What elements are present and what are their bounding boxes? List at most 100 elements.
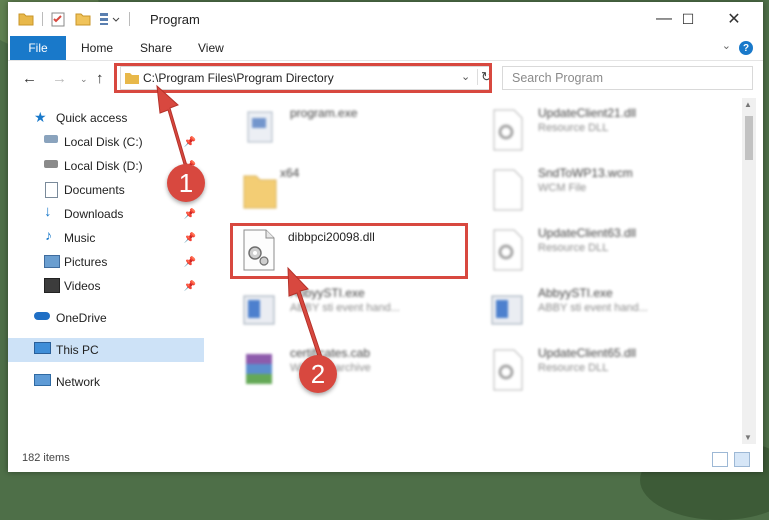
file-tile[interactable]: UpdateClient63.dll Resource DLL <box>480 222 720 278</box>
app-icon <box>491 295 523 325</box>
file-name: certificates.cab <box>290 346 371 360</box>
close-button[interactable]: ✕ <box>711 2 757 36</box>
forward-button[interactable]: → <box>52 70 67 87</box>
documents-icon <box>45 182 58 198</box>
file-name: AbbyySTI.exe <box>538 286 613 300</box>
recent-locations-icon[interactable]: ⌄ <box>80 74 88 85</box>
dll-icon <box>493 229 523 271</box>
title-bar: Program — ☐ ✕ <box>8 2 763 36</box>
nav-label: Videos <box>64 279 101 293</box>
nav-label: Music <box>64 231 96 245</box>
nav-label: Network <box>56 375 101 389</box>
file-highlight <box>230 223 468 279</box>
tab-home[interactable]: Home <box>81 36 113 60</box>
pictures-icon <box>44 255 60 268</box>
nav-item-videos[interactable]: Videos 📌 <box>8 274 204 298</box>
scroll-up-icon[interactable]: ▲ <box>744 100 752 109</box>
star-icon: ★ <box>34 109 47 125</box>
file-type: Resource DLL <box>538 362 609 374</box>
folder-icon[interactable] <box>18 12 34 26</box>
file-tile[interactable]: SndToWP13.wcm WCM File <box>480 162 720 218</box>
exe-icon <box>247 111 273 143</box>
pin-icon[interactable]: 📌 <box>184 233 196 244</box>
file-name: UpdateClient65.dll <box>538 346 637 360</box>
maximize-button[interactable]: ☐ <box>665 2 711 36</box>
scroll-down-icon[interactable]: ▼ <box>744 433 752 442</box>
item-count: 182 items <box>22 452 70 464</box>
file-name: program.exe <box>290 106 358 120</box>
vertical-scrollbar[interactable]: ▲ ▼ <box>742 98 756 444</box>
quick-access-toolbar <box>18 11 138 27</box>
explorer-window: Program — ☐ ✕ File Home Share View ⌄ ? ←… <box>8 2 763 472</box>
nav-label: OneDrive <box>56 311 107 325</box>
pin-icon[interactable]: 📌 <box>184 137 196 148</box>
file-type: ABBY sti event hand... <box>538 302 648 314</box>
file-name: AbbyySTI.exe <box>290 286 365 300</box>
file-name: x64 <box>280 166 300 180</box>
file-name: UpdateClient21.dll <box>538 106 637 120</box>
nav-label: Documents <box>64 183 125 197</box>
file-name: UpdateClient63.dll <box>538 226 637 240</box>
file-type: Resource DLL <box>538 122 609 134</box>
nav-item-network[interactable]: Network <box>8 370 204 394</box>
file-tile[interactable]: program.exe <box>232 102 472 158</box>
file-icon <box>493 169 523 211</box>
nav-item-music[interactable]: ♪ Music 📌 <box>8 226 204 250</box>
ribbon-tabs: File Home Share View ⌄ ? <box>8 36 763 60</box>
file-tile[interactable]: UpdateClient65.dll Resource DLL <box>480 342 720 398</box>
status-bar: 182 items <box>8 448 763 470</box>
file-tile[interactable]: UpdateClient21.dll Resource DLL <box>480 102 720 158</box>
large-icons-view-button[interactable] <box>734 452 750 467</box>
winrar-icon <box>246 354 272 384</box>
address-highlight <box>114 63 492 93</box>
search-placeholder: Search Program <box>512 71 604 85</box>
nav-item-onedrive[interactable]: OneDrive <box>8 306 204 330</box>
expand-ribbon-icon[interactable]: ⌄ <box>722 39 731 52</box>
nav-label: This PC <box>56 343 99 357</box>
new-folder-icon[interactable] <box>75 12 91 26</box>
music-icon: ♪ <box>45 227 52 243</box>
drive-icon <box>44 160 58 168</box>
tab-share[interactable]: Share <box>140 36 172 60</box>
tab-file[interactable]: File <box>10 36 66 60</box>
window-title: Program <box>150 12 200 27</box>
pin-icon[interactable]: 📌 <box>184 209 196 220</box>
file-tile[interactable]: certificates.cab WinRAR archive <box>232 342 472 398</box>
nav-label: Quick access <box>56 111 128 125</box>
nav-label: Downloads <box>64 207 124 221</box>
scrollbar-thumb[interactable] <box>745 116 753 160</box>
step-1-callout: 1 <box>167 164 205 202</box>
navigation-pane: ★ Quick access Local Disk (C:) 📌 Local D… <box>8 98 204 460</box>
cloud-icon <box>34 312 50 320</box>
pin-icon[interactable]: 📌 <box>184 281 196 292</box>
nav-label: Local Disk (C:) <box>64 135 143 149</box>
details-view-button[interactable] <box>712 452 728 467</box>
dll-icon <box>493 349 523 391</box>
file-tile[interactable]: AbbyySTI.exe ABBY sti event hand... <box>232 282 472 338</box>
pin-icon[interactable]: 📌 <box>184 257 196 268</box>
back-button[interactable]: ← <box>22 70 37 87</box>
file-tile[interactable]: AbbyySTI.exe ABBY sti event hand... <box>480 282 720 338</box>
file-type: ABBY sti event hand... <box>290 302 400 314</box>
nav-label: Pictures <box>64 255 108 269</box>
computer-icon <box>34 342 51 354</box>
customize-toolbar-icon[interactable] <box>99 12 121 26</box>
up-button[interactable]: ↑ <box>96 70 104 87</box>
help-button[interactable]: ? <box>739 41 753 55</box>
file-name: SndToWP13.wcm <box>538 166 633 180</box>
search-box[interactable]: Search Program <box>502 66 753 90</box>
nav-item-quick-access[interactable]: ★ Quick access <box>8 106 204 130</box>
nav-item-pictures[interactable]: Pictures 📌 <box>8 250 204 274</box>
file-tile[interactable]: x64 <box>232 162 472 218</box>
app-icon <box>243 295 275 325</box>
nav-item-local-disk-c[interactable]: Local Disk (C:) 📌 <box>8 130 204 154</box>
file-type: Resource DLL <box>538 242 609 254</box>
ribbon-divider <box>8 60 763 61</box>
nav-item-downloads[interactable]: ↓ Downloads 📌 <box>8 202 204 226</box>
nav-item-this-pc[interactable]: This PC <box>8 338 204 362</box>
properties-icon[interactable] <box>51 12 65 27</box>
dll-icon <box>493 109 523 151</box>
nav-label: Local Disk (D:) <box>64 159 143 173</box>
tab-view[interactable]: View <box>198 36 224 60</box>
folder-icon <box>243 175 277 209</box>
